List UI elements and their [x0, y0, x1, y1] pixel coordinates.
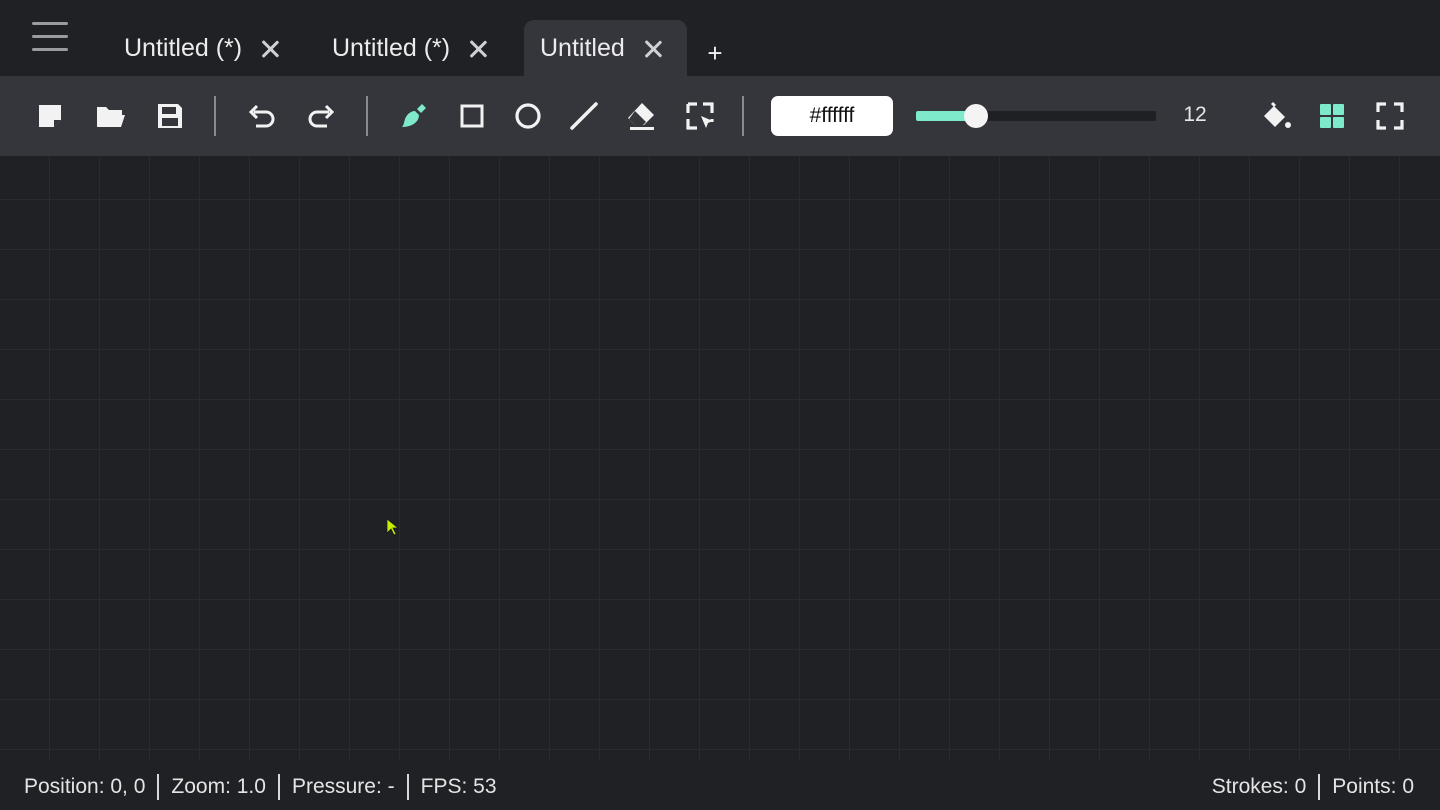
new-file-icon[interactable]	[30, 96, 70, 136]
status-right-group: Strokes: 0 Points: 0	[1212, 774, 1414, 800]
redo-icon[interactable]	[302, 96, 342, 136]
save-icon[interactable]	[150, 96, 190, 136]
status-divider	[1318, 774, 1321, 800]
brush-icon[interactable]	[394, 96, 434, 136]
status-bar: Position: 0, 0 Zoom: 1.0 Pressure: - FPS…	[0, 760, 1440, 810]
status-divider	[277, 774, 280, 800]
status-left-group: Position: 0, 0 Zoom: 1.0 Pressure: - FPS…	[24, 774, 497, 800]
add-tab-button[interactable]: +	[704, 38, 726, 68]
hamburger-menu-icon[interactable]	[28, 18, 72, 58]
tab-untitled-active[interactable]: Untitled	[524, 20, 687, 76]
fill-bucket-icon[interactable]	[1256, 96, 1296, 136]
toolbar: 12	[0, 76, 1440, 156]
selection-icon[interactable]	[680, 96, 720, 136]
undo-icon[interactable]	[241, 96, 281, 136]
slider-thumb[interactable]	[964, 104, 988, 128]
brush-size-slider[interactable]	[916, 104, 1156, 128]
status-strokes: Strokes: 0	[1211, 775, 1307, 798]
tab-untitled-2[interactable]: Untitled (*)	[316, 20, 504, 76]
close-tab-icon[interactable]	[260, 38, 280, 58]
toolbar-separator	[366, 96, 368, 136]
status-fps: FPS: 53	[420, 775, 497, 798]
open-folder-icon[interactable]	[90, 96, 130, 136]
status-divider	[406, 774, 409, 800]
toolbar-separator	[214, 96, 216, 136]
status-zoom: Zoom: 1.0	[171, 775, 266, 798]
close-tab-icon[interactable]	[643, 38, 663, 58]
toolbar-separator	[742, 96, 744, 136]
rectangle-icon[interactable]	[452, 96, 492, 136]
circle-icon[interactable]	[508, 96, 548, 136]
close-tab-icon[interactable]	[468, 38, 488, 58]
tab-label: Untitled (*)	[332, 33, 451, 62]
grid-icon[interactable]	[1312, 96, 1352, 136]
tab-label: Untitled	[540, 33, 625, 62]
brush-size-value: 12	[1183, 103, 1207, 126]
fullscreen-icon[interactable]	[1370, 96, 1410, 136]
tab-bar: Untitled (*) Untitled (*) Untitled +	[0, 0, 1440, 76]
status-divider	[157, 774, 160, 800]
color-hex-input[interactable]	[771, 96, 893, 136]
line-icon[interactable]	[564, 96, 604, 136]
tab-label: Untitled (*)	[124, 33, 243, 62]
drawing-canvas[interactable]	[0, 156, 1440, 760]
eraser-icon[interactable]	[621, 96, 661, 136]
status-position: Position: 0, 0	[24, 775, 146, 798]
status-pressure: Pressure: -	[291, 775, 395, 798]
status-points: Points: 0	[1332, 775, 1414, 798]
tab-untitled-1[interactable]: Untitled (*)	[108, 20, 296, 76]
mouse-cursor-icon	[386, 518, 400, 536]
